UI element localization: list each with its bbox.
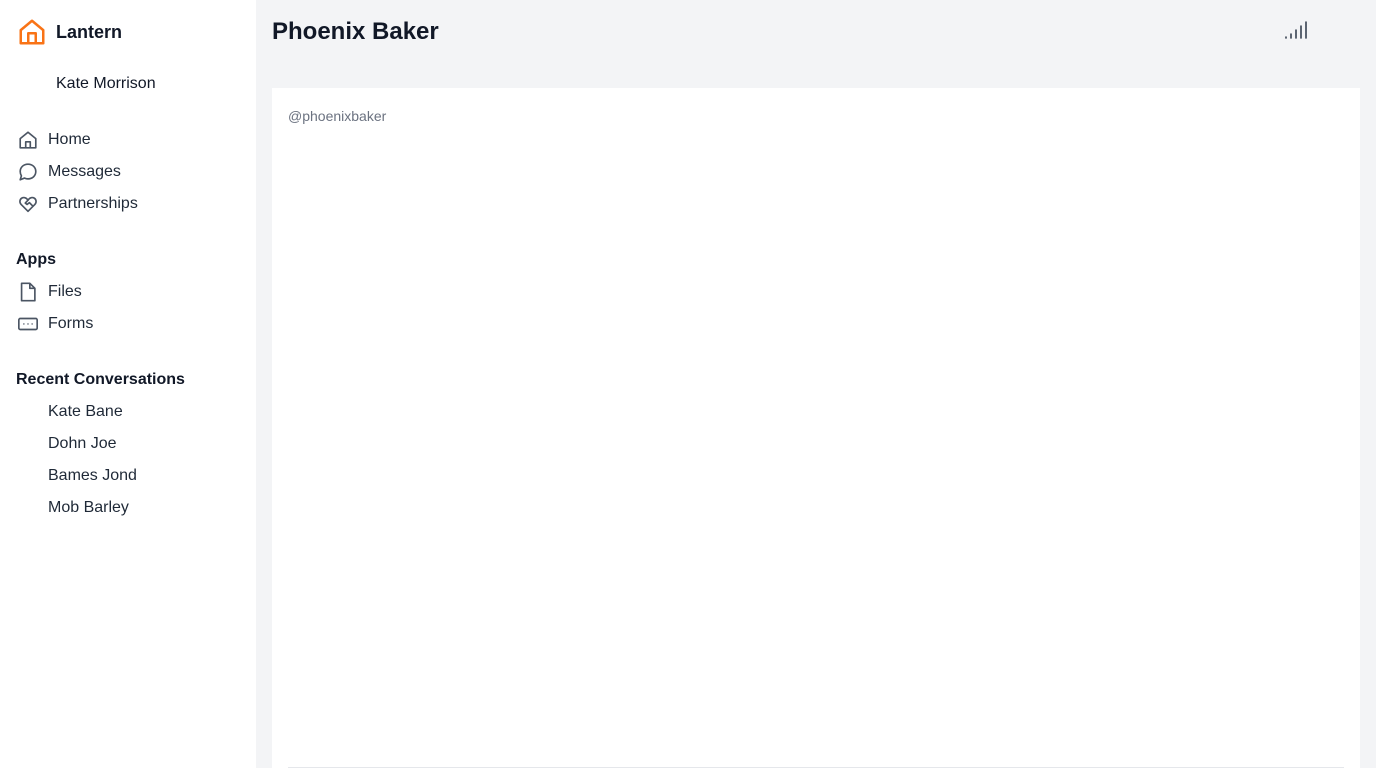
sidebar: Lantern Kate Morrison Home Messages Part… [0, 0, 256, 768]
home-icon [16, 128, 40, 152]
recent-conversations-section: Recent Conversations Kate Bane Dohn Joe … [16, 364, 240, 524]
page-title: Phoenix Baker [272, 18, 439, 45]
form-input-icon [16, 312, 40, 336]
brand-name: Lantern [56, 21, 123, 42]
nav-item-home[interactable]: Home [16, 124, 240, 156]
file-icon [16, 280, 40, 304]
nav-item-forms[interactable]: Forms [16, 308, 240, 340]
chat-bubble-icon [16, 160, 40, 184]
current-user-name[interactable]: Kate Morrison [16, 72, 240, 96]
home-outline-icon [16, 16, 48, 48]
nav-item-label: Forms [48, 315, 94, 332]
nav-item-messages[interactable]: Messages [16, 156, 240, 188]
profile-card: @phoenixbaker [272, 88, 1360, 768]
primary-nav: Home Messages Partnerships [16, 124, 240, 220]
profile-handle: @phoenixbaker [288, 108, 387, 124]
apps-section-title: Apps [16, 251, 56, 268]
app-shell: Lantern Kate Morrison Home Messages Part… [0, 0, 1376, 768]
conversation-item[interactable]: Bames Jond [16, 460, 240, 492]
conversation-item[interactable]: Kate Bane [16, 396, 240, 428]
page-header: Phoenix Baker [272, 0, 1360, 64]
nav-item-label: Home [48, 131, 91, 148]
main-content: Phoenix Baker @phoenixbaker [256, 0, 1376, 768]
recent-conversations-title: Recent Conversations [16, 371, 185, 388]
nav-item-files[interactable]: Files [16, 276, 240, 308]
signal-bars-icon [1284, 20, 1308, 45]
apps-section: Apps Files Forms [16, 244, 240, 340]
brand-link[interactable]: Lantern [16, 16, 240, 48]
heart-handshake-icon [16, 192, 40, 216]
nav-item-label: Messages [48, 163, 121, 180]
conversation-item[interactable]: Mob Barley [16, 492, 240, 524]
nav-item-partnerships[interactable]: Partnerships [16, 188, 240, 220]
conversation-item[interactable]: Dohn Joe [16, 428, 240, 460]
nav-item-label: Files [48, 283, 82, 300]
nav-item-label: Partnerships [48, 195, 138, 212]
signal-button[interactable] [1276, 12, 1316, 52]
